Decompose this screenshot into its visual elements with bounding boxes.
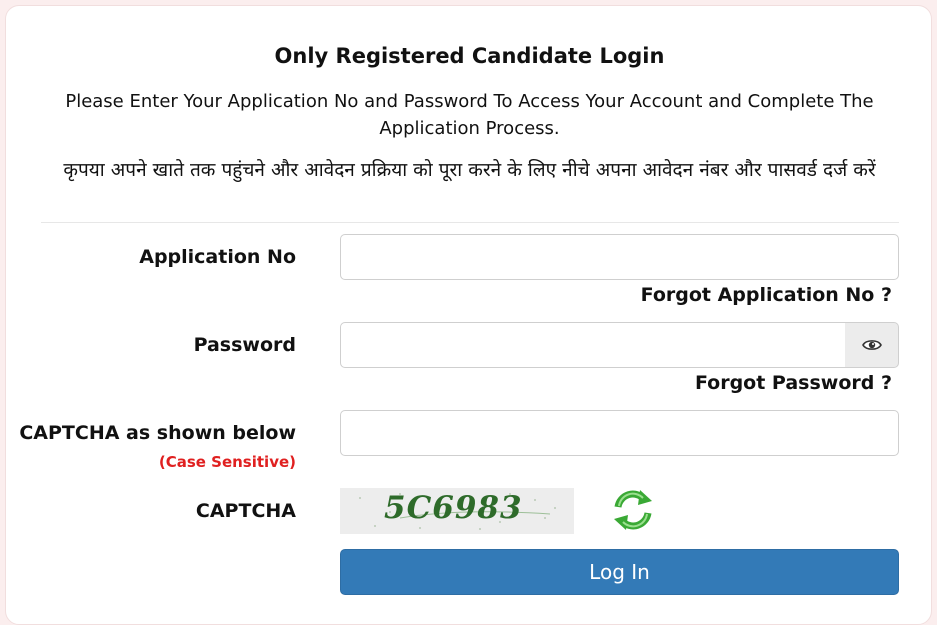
- refresh-captcha-button[interactable]: [610, 487, 656, 533]
- forgot-password-link[interactable]: Forgot Password ?: [695, 372, 892, 394]
- page-title: Only Registered Candidate Login: [274, 44, 665, 68]
- instructions-hindi: कृपया अपने खाते तक पहुंचने और आवेदन प्रक…: [63, 159, 876, 181]
- case-sensitive-note: (Case Sensitive): [158, 453, 296, 471]
- instructions-english: Please Enter Your Application No and Pas…: [65, 91, 874, 139]
- forgot-application-no-link[interactable]: Forgot Application No ?: [641, 284, 892, 306]
- header-divider: [41, 222, 899, 223]
- application-no-input[interactable]: [340, 234, 899, 280]
- login-button[interactable]: Log In: [340, 549, 899, 595]
- captcha-image: 5C6983: [340, 488, 574, 534]
- password-label: Password: [193, 334, 296, 356]
- eye-icon: [861, 340, 882, 350]
- captcha-input[interactable]: [340, 410, 899, 456]
- login-card: Only Registered Candidate Login Please E…: [5, 5, 932, 625]
- captcha-label: CAPTCHA: [195, 500, 296, 522]
- refresh-icon: [614, 490, 652, 530]
- show-password-button[interactable]: [845, 322, 899, 368]
- captcha-input-label: CAPTCHA as shown below: [19, 422, 296, 444]
- password-input[interactable]: [340, 322, 846, 368]
- application-no-label: Application No: [139, 246, 296, 268]
- captcha-code: 5C6983: [384, 490, 523, 526]
